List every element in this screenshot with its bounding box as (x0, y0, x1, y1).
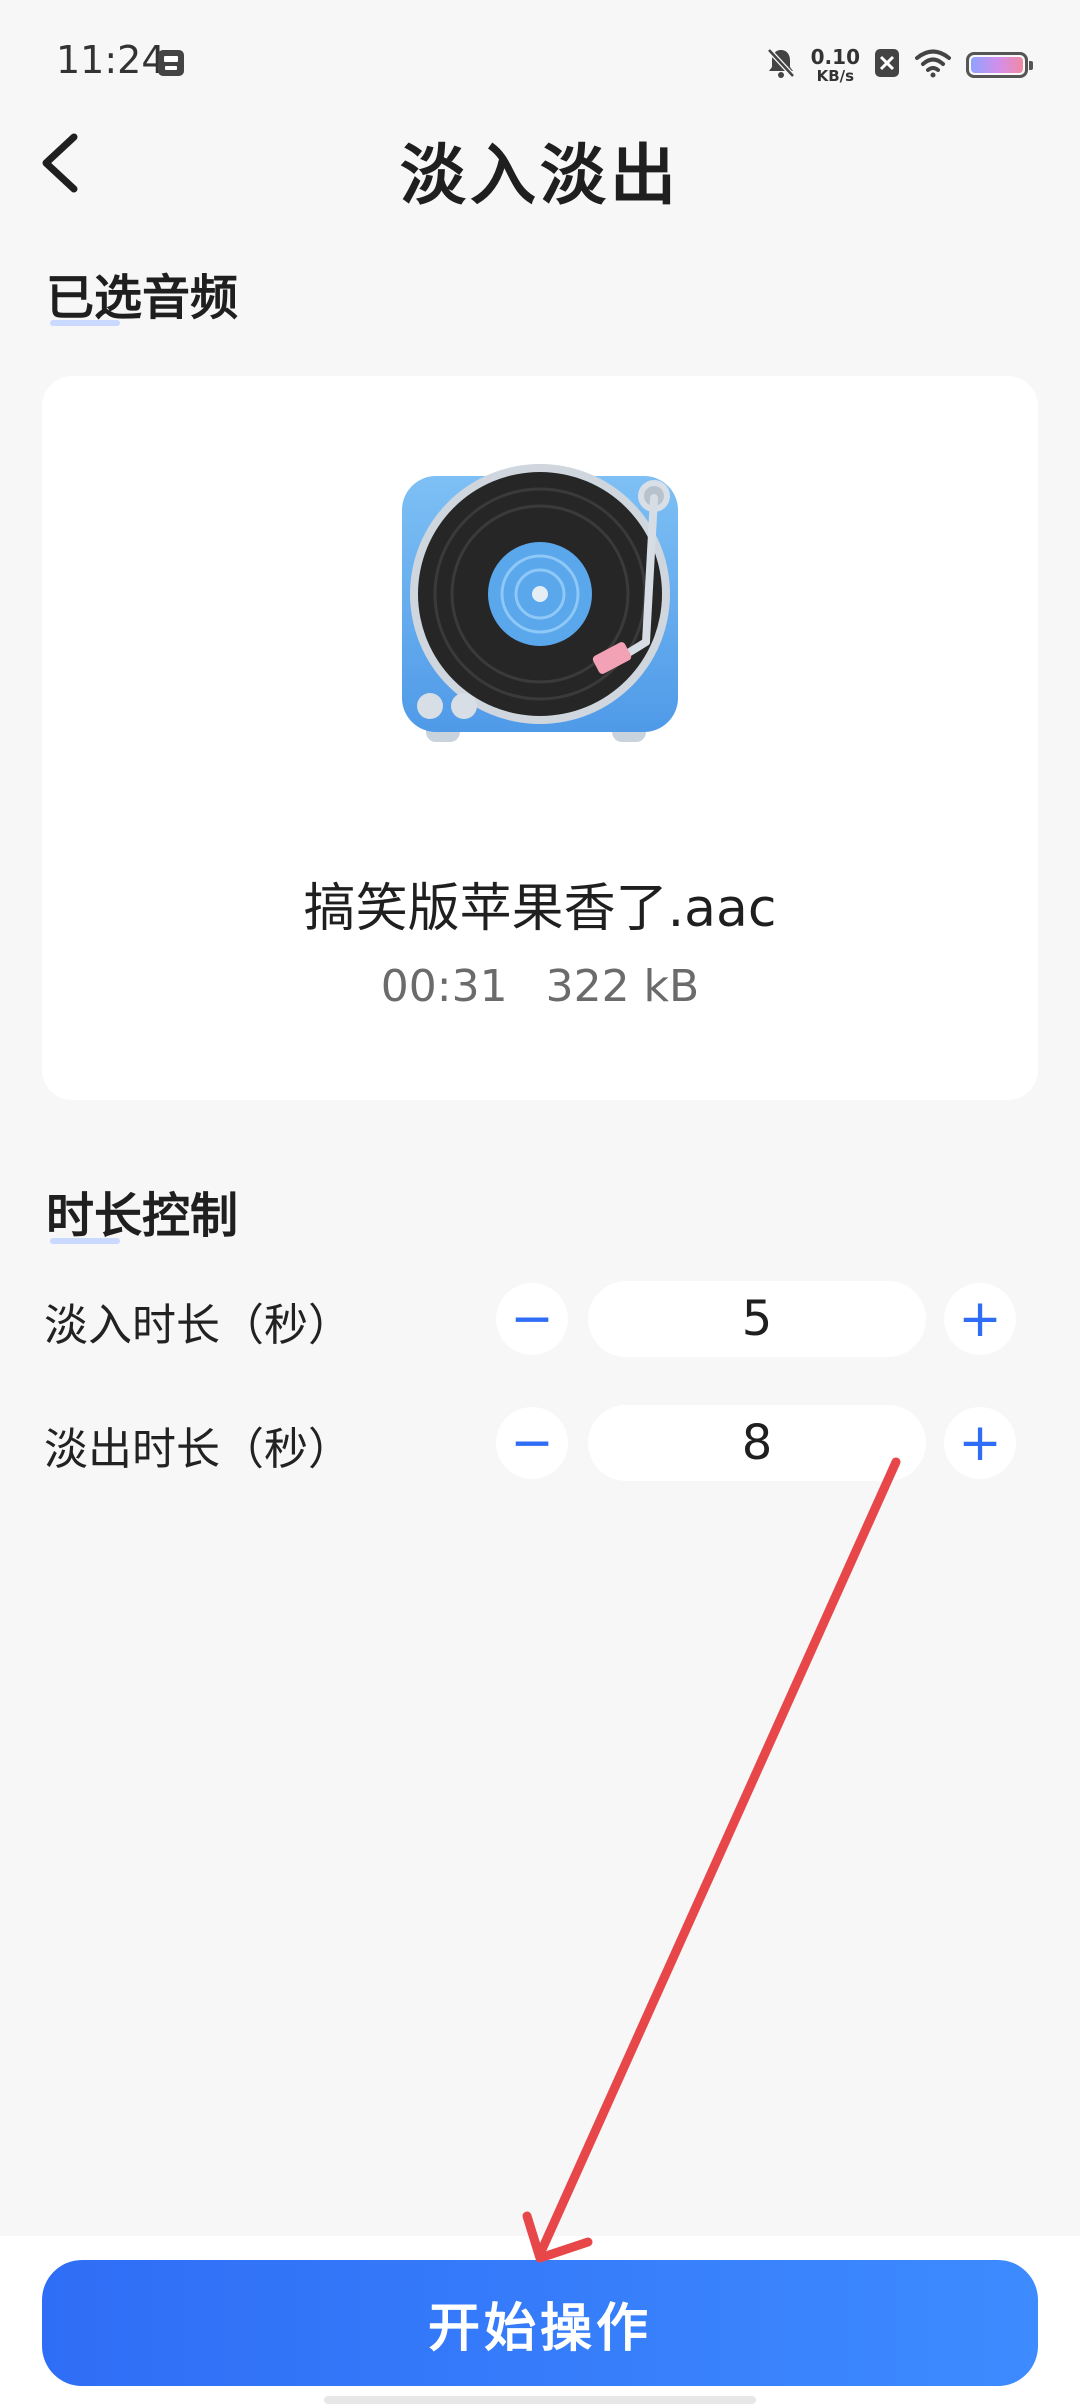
save-icon (156, 48, 186, 82)
status-bar: 11:24 0.10 KB/s (0, 0, 1080, 130)
fade-in-label: 淡入时长（秒） (44, 1300, 352, 1351)
battery-fill (971, 57, 1023, 73)
audio-card[interactable]: 搞笑版苹果香了.aac 00:31 322 kB (42, 376, 1038, 1100)
turntable-icon (380, 458, 700, 768)
net-speed-unit: KB/s (816, 66, 855, 85)
plus-icon: + (958, 1413, 1002, 1473)
file-size: 322 kB (545, 961, 700, 1012)
sim-off-icon (874, 48, 900, 82)
fade-in-value[interactable]: 5 (588, 1281, 926, 1357)
fade-out-value[interactable]: 8 (588, 1405, 926, 1481)
fade-in-increase-button[interactable]: + (944, 1283, 1016, 1355)
plus-icon: + (958, 1289, 1002, 1349)
duration-control-heading: 时长控制 (46, 1176, 238, 1246)
file-meta: 00:31 322 kB (42, 961, 1038, 1012)
fade-out-row: 淡出时长（秒） − 8 + (0, 1403, 1080, 1483)
net-speed-value: 0.10 (810, 44, 860, 69)
fade-out-increase-button[interactable]: + (944, 1407, 1016, 1479)
file-duration: 00:31 (380, 961, 508, 1012)
home-indicator[interactable] (324, 2396, 756, 2404)
status-time: 11:24 (56, 38, 166, 82)
status-icons: 0.10 KB/s (765, 40, 1033, 90)
file-name: 搞笑版苹果香了.aac (303, 879, 777, 939)
selected-audio-heading-text: 已选音频 (46, 270, 239, 326)
fade-out-label: 淡出时长（秒） (44, 1424, 352, 1475)
duration-control-heading-text: 时长控制 (46, 1188, 239, 1244)
net-speed: 0.10 KB/s (811, 47, 860, 84)
wifi-icon (914, 48, 952, 82)
fade-out-decrease-button[interactable]: − (496, 1407, 568, 1479)
battery-icon (966, 52, 1033, 78)
fade-in-row: 淡入时长（秒） − 5 + (0, 1279, 1080, 1359)
page-title: 淡入淡出 (400, 137, 680, 214)
minus-icon: − (510, 1413, 554, 1473)
selected-audio-heading: 已选音频 (46, 258, 238, 328)
fade-in-decrease-button[interactable]: − (496, 1283, 568, 1355)
start-button[interactable]: 开始操作 (42, 2260, 1038, 2386)
bell-off-icon (765, 46, 797, 84)
minus-icon: − (510, 1289, 554, 1349)
